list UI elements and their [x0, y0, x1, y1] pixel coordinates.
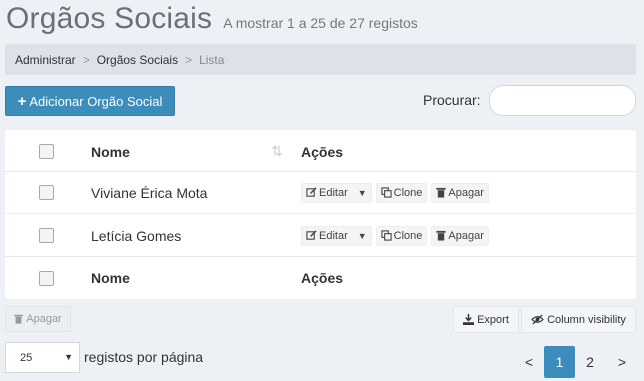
column-footer-acoes: Ações	[301, 270, 344, 286]
edit-button[interactable]: Editar ▼	[301, 182, 372, 203]
chevron-down-icon[interactable]: ▼	[358, 188, 367, 198]
row-actions: Editar ▼ Clone Apagar	[301, 225, 489, 246]
chevron-down-icon: ▼	[64, 352, 73, 362]
plus-icon: +	[17, 92, 27, 110]
row-nome: Viviane Érica Mota	[91, 184, 208, 201]
table-row: Letícia Gomes Editar ▼ Clone Apagar	[5, 215, 636, 257]
column-header-acoes: Ações	[301, 143, 344, 160]
edit-button[interactable]: Editar ▼	[301, 225, 372, 246]
delete-button[interactable]: Apagar	[431, 182, 489, 203]
per-page-value: 25	[20, 351, 33, 364]
breadcrumb-item-orgaos-sociais[interactable]: Orgãos Sociais	[97, 53, 178, 67]
column-header-nome[interactable]: Nome	[91, 144, 130, 160]
per-page-select[interactable]: 25 ▼	[5, 342, 80, 373]
select-all-checkbox[interactable]	[39, 270, 54, 286]
add-orgao-social-button[interactable]: + Adicionar Orgão Social	[5, 86, 175, 116]
pagination-next[interactable]: >	[612, 346, 632, 378]
edit-label: Editar	[319, 229, 348, 242]
column-footer-nome: Nome	[91, 270, 130, 286]
table-row: Viviane Érica Mota Editar ▼ Clone Apagar	[5, 172, 636, 214]
download-icon	[463, 314, 475, 325]
breadcrumb-separator: >	[185, 52, 193, 67]
pagination-page-2[interactable]: 2	[580, 346, 600, 378]
delete-button[interactable]: Apagar	[431, 225, 489, 246]
clone-button[interactable]: Clone	[375, 182, 428, 203]
sort-icon[interactable]: ⇅	[271, 143, 283, 160]
search-input[interactable]	[489, 85, 636, 116]
pagination-previous[interactable]: <	[519, 346, 539, 378]
table-header-row: Nome ⇅ Ações	[5, 132, 636, 172]
delete-label: Apagar	[448, 229, 484, 242]
trash-icon	[436, 230, 447, 241]
row-actions: Editar ▼ Clone Apagar	[301, 182, 489, 203]
row-checkbox[interactable]	[39, 228, 54, 243]
clone-button[interactable]: Clone	[375, 225, 428, 246]
export-label: Export	[477, 313, 509, 326]
data-table: Nome ⇅ Ações Viviane Érica Mota Editar ▼…	[5, 130, 636, 299]
bulk-delete-button[interactable]: Apagar	[5, 306, 71, 332]
select-all-checkbox[interactable]	[39, 144, 54, 159]
breadcrumb-item-administrar[interactable]: Administrar	[15, 53, 76, 67]
row-nome: Letícia Gomes	[91, 227, 182, 244]
table-footer-row: Nome Ações	[5, 257, 636, 299]
eye-slash-icon	[531, 314, 544, 325]
edit-icon	[306, 187, 317, 197]
breadcrumb: Administrar > Orgãos Sociais > Lista	[5, 44, 636, 75]
column-visibility-button[interactable]: Column visibility	[521, 306, 636, 333]
page-header: Orgãos Sociais A mostrar 1 a 25 de 27 re…	[6, 2, 418, 36]
per-page-label: registos por página	[84, 349, 204, 365]
search-label: Procurar:	[423, 92, 481, 108]
trash-icon	[436, 187, 447, 198]
delete-label: Apagar	[448, 186, 484, 199]
breadcrumb-item-lista: Lista	[199, 52, 225, 67]
page-title: Orgãos Sociais	[6, 2, 213, 35]
edit-label: Editar	[319, 186, 348, 199]
chevron-down-icon[interactable]: ▼	[358, 231, 367, 241]
export-button[interactable]: Export	[453, 306, 519, 333]
clone-icon	[381, 187, 392, 198]
add-button-label: Adicionar Orgão Social	[29, 93, 163, 109]
bulk-delete-label: Apagar	[26, 313, 62, 325]
breadcrumb-separator: >	[82, 52, 90, 67]
column-visibility-label: Column visibility	[547, 313, 626, 326]
edit-icon	[306, 230, 317, 240]
pagination-page-1[interactable]: 1	[544, 346, 575, 378]
page-subtitle: A mostrar 1 a 25 de 27 registos	[223, 15, 418, 31]
trash-icon	[14, 314, 23, 324]
clone-label: Clone	[393, 186, 423, 199]
clone-label: Clone	[393, 229, 423, 242]
row-checkbox[interactable]	[39, 185, 54, 200]
clone-icon	[381, 230, 392, 241]
